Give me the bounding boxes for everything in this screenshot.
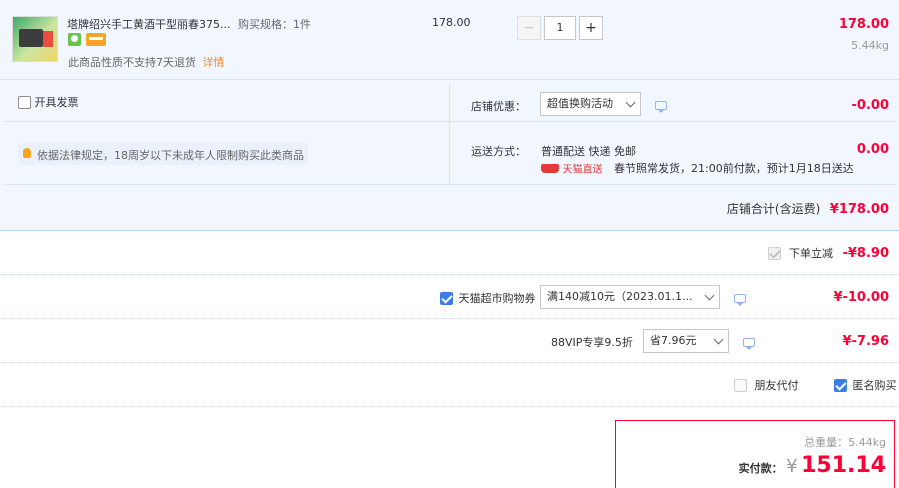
spec-value: 1件 [293,18,311,31]
invoice-checkbox[interactable] [18,95,31,109]
anonymous-checkbox[interactable] [834,378,847,392]
chevron-down-icon [704,290,715,301]
service-badge-icon [68,33,81,46]
store-discount-selected: 超值换购活动 [547,97,613,110]
unit-price: 178.00 [432,16,471,29]
invoice-label: 开具发票 [34,96,79,109]
instant-discount-amount: -¥8.90 [842,245,889,261]
instant-discount-row: 下单立减 -¥8.90 [0,231,899,275]
item-row: 塔牌绍兴手工黄酒干型丽春375... 购买规格：1件 此商品性质不支持7天退货 … [0,0,899,80]
message-icon[interactable] [655,100,667,113]
coupon-row: 天猫超市购物券 满140减10元（2023.01.1... ¥-10.00 [0,275,899,319]
chevron-down-icon [713,334,724,345]
quantity-input[interactable]: 1 [544,16,576,40]
friend-pay-label: 朋友代付 [754,379,799,392]
delivery-note: 春节照常发货，21:00前付款，预计1月18日送达 [614,162,854,175]
carrier-label: 天猫直送 [562,164,603,176]
product-title-link[interactable]: 塔牌绍兴手工黄酒干型丽春375... [67,18,231,31]
payment-options-row: 朋友代付 匿名购买 [0,363,899,407]
details-link[interactable]: 详情 [203,56,225,69]
store-discount-amount: -0.00 [851,98,889,113]
vip-select[interactable]: 省7.96元 [643,329,729,353]
quantity-stepper: − 1 + [517,16,603,40]
total-amount: 151.14 [801,453,886,478]
vip-selected: 省7.96元 [650,334,697,347]
vip-amount: ¥-7.96 [842,334,889,349]
chevron-down-icon [625,97,636,108]
tmall-logo-icon [541,163,559,173]
store-discount-select[interactable]: 超值换购活动 [540,92,641,116]
product-thumbnail[interactable] [12,16,58,62]
item-weight: 5.44kg [851,39,889,52]
age-restriction-notice: 依据法律规定，18周岁以下未成年人限制购买此类商品 [18,143,308,165]
coupon-selected: 满140减10元（2023.01.1... [547,290,693,303]
anonymous-label: 匿名购买 [852,379,897,392]
store-total-label: 店铺合计(含运费) [726,202,821,216]
vip-label: 88VIP专享9.5折 [551,336,633,349]
total-weight: 总重量：5.44kg [804,436,886,449]
coupon-select[interactable]: 满140减10元（2023.01.1... [540,285,720,309]
increment-button[interactable]: + [579,16,603,40]
item-subtotal: 178.00 [838,17,889,32]
shipping-amount: 0.00 [856,142,889,157]
vip-discount-row: 88VIP专享9.5折 省7.96元 ¥-7.96 [0,319,899,363]
message-icon[interactable] [734,293,746,306]
instant-discount-checkbox [768,246,782,260]
card-pay-badge-icon [86,33,106,46]
decrement-button[interactable]: − [517,16,541,40]
instant-discount-label: 下单立减 [788,247,833,260]
shipping-method: 普通配送 快递 免邮 [541,145,636,158]
lightbulb-icon [23,148,31,158]
store-options-section: 开具发票 店铺优惠： 超值换购活动 -0.00 依据法律规定，18周岁以下未成年… [0,80,899,230]
currency-symbol: ¥ [786,456,798,477]
payment-summary-box: 总重量：5.44kg 实付款： ¥ 151.14 [615,420,895,488]
coupon-amount: ¥-10.00 [833,290,889,305]
pay-label: 实付款： [738,462,783,475]
coupon-label: 天猫超市购物券 [458,292,536,305]
message-icon[interactable] [743,337,755,350]
coupon-checkbox[interactable] [440,291,453,305]
shipping-label: 运送方式： [471,145,526,158]
spec-label: 购买规格： [238,18,293,31]
friend-pay-checkbox[interactable] [734,378,747,392]
store-discount-label: 店铺优惠： [471,100,526,113]
return-policy-notice: 此商品性质不支持7天退货 [68,56,196,69]
store-total-amount: ¥178.00 [829,202,889,217]
